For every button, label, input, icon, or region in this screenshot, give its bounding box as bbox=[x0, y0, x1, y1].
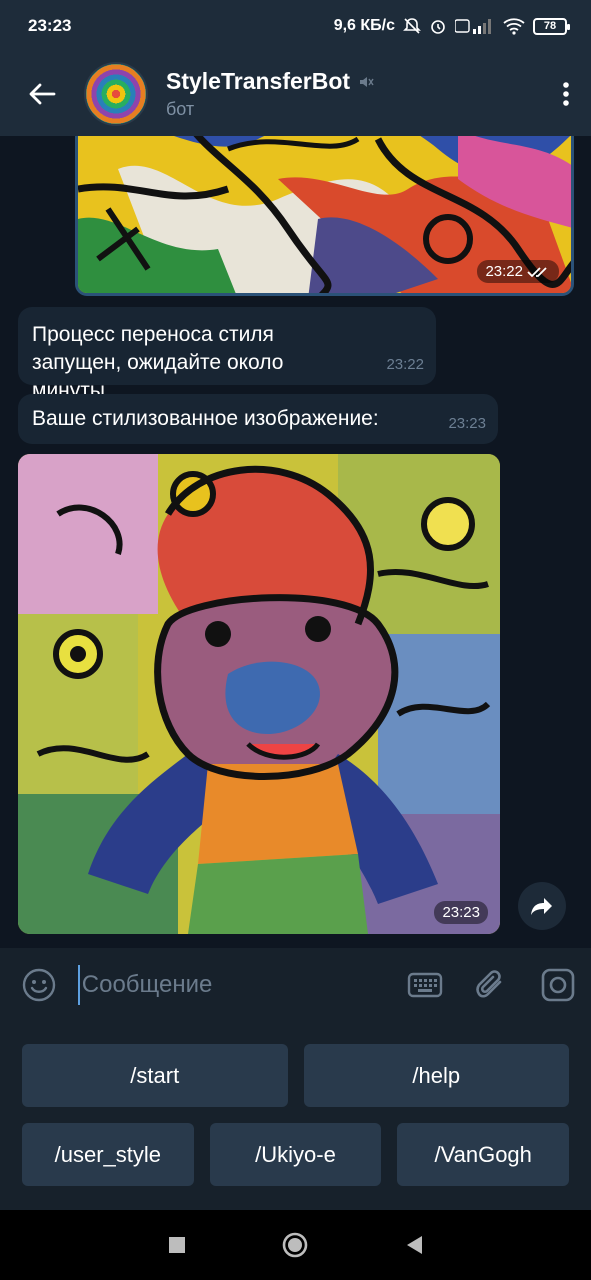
bot-avatar[interactable] bbox=[84, 62, 148, 126]
muted-speaker-icon bbox=[360, 76, 374, 87]
signal-icon bbox=[455, 19, 491, 34]
outgoing-photo[interactable]: 23:22 bbox=[75, 136, 574, 296]
alarm-icon bbox=[431, 20, 445, 34]
photo-timestamp: 23:22 bbox=[477, 260, 559, 283]
status-indicators: 9,6 КБ/с 78 bbox=[333, 17, 570, 35]
double-check-icon bbox=[527, 266, 547, 277]
message-text: Ваше стилизованное изображение: bbox=[32, 407, 379, 430]
photo-out-time: 23:22 bbox=[485, 263, 523, 280]
keyboard-button-help[interactable]: /help bbox=[303, 1044, 569, 1107]
chat-header: StyleTransferBot бот bbox=[0, 52, 591, 136]
message-list[interactable]: 23:22 Процесс переноса стиля запущен, ож… bbox=[0, 136, 591, 948]
bot-keyboard-toggle-button[interactable] bbox=[392, 972, 458, 998]
chat-title-block[interactable]: StyleTransferBot бот bbox=[166, 68, 541, 120]
status-bar: 23:23 9,6 КБ/с 78 bbox=[0, 0, 591, 52]
incoming-message-bubble[interactable]: Процесс переноса стиля запущен, ожидайте… bbox=[18, 307, 436, 402]
message-text: Процесс переноса стиля запущен, ожидайте… bbox=[32, 323, 284, 402]
recents-square-icon[interactable] bbox=[168, 1236, 186, 1254]
status-time: 23:23 bbox=[28, 16, 72, 35]
keyboard-button-vangogh[interactable]: /VanGogh bbox=[397, 1123, 570, 1186]
home-circle-icon[interactable] bbox=[281, 1231, 309, 1259]
keyboard-button-start[interactable]: /start bbox=[22, 1044, 288, 1107]
incoming-photo[interactable]: 23:23 bbox=[18, 454, 500, 934]
message-time: 23:23 bbox=[448, 415, 486, 432]
network-speed: 9,6 КБ/с bbox=[333, 17, 395, 34]
photo-timestamp: 23:23 bbox=[434, 901, 488, 924]
incoming-message-bubble[interactable]: Ваше стилизованное изображение: 23:23 bbox=[18, 394, 498, 444]
message-composer bbox=[0, 948, 591, 1022]
more-vertical-icon bbox=[563, 82, 569, 106]
keyboard-button-ukiyo-e[interactable]: /Ukiyo-e bbox=[209, 1123, 382, 1186]
wifi-icon bbox=[503, 18, 525, 35]
paperclip-icon bbox=[476, 970, 502, 998]
back-button[interactable] bbox=[0, 52, 84, 136]
chat-title: StyleTransferBot bbox=[166, 68, 351, 94]
arrow-left-icon bbox=[29, 83, 56, 105]
message-time: 23:22 bbox=[386, 356, 424, 373]
system-navigation-bar bbox=[0, 1210, 591, 1280]
message-input[interactable] bbox=[77, 965, 392, 1005]
keyboard-button-user-style[interactable]: /user_style bbox=[22, 1123, 194, 1186]
more-menu-button[interactable] bbox=[541, 52, 591, 136]
keyboard-row: /user_style /Ukiyo-e /VanGogh bbox=[22, 1123, 570, 1186]
stylized-photo-image bbox=[18, 454, 500, 934]
share-button[interactable] bbox=[518, 882, 566, 930]
smile-icon bbox=[22, 968, 56, 1002]
emoji-button[interactable] bbox=[0, 968, 78, 1002]
chat-subtitle: бот bbox=[166, 99, 195, 119]
keyboard-row: /start /help bbox=[22, 1044, 569, 1107]
bot-reply-keyboard: /start /help /user_style /Ukiyo-e /VanGo… bbox=[0, 1022, 591, 1210]
attach-button[interactable] bbox=[458, 968, 524, 1002]
photo-in-time: 23:23 bbox=[442, 904, 480, 921]
share-arrow-icon bbox=[531, 898, 552, 915]
battery-indicator: 78 bbox=[533, 17, 570, 35]
camera-button[interactable] bbox=[525, 968, 591, 1002]
back-triangle-icon[interactable] bbox=[405, 1235, 423, 1255]
camera-icon bbox=[541, 968, 575, 1002]
mute-bell-icon bbox=[403, 18, 421, 34]
keyboard-icon bbox=[407, 972, 443, 998]
